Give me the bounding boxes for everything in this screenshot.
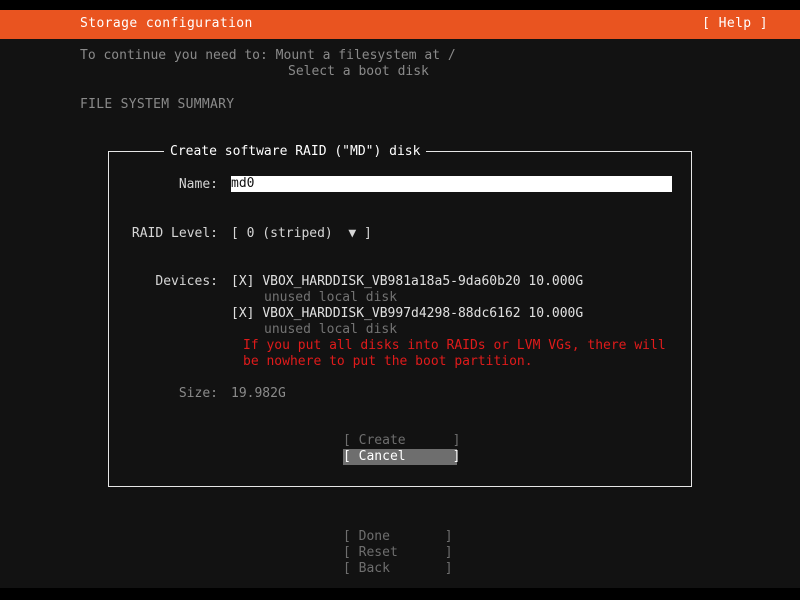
size-label: Size: [128, 386, 218, 402]
devices-list: [X] VBOX_HARDDISK_VB981a18a5-9da60b20 10… [231, 274, 666, 370]
cancel-button[interactable]: [ Cancel ] [343, 449, 457, 465]
help-button[interactable]: [ Help ] [702, 16, 768, 32]
header-bar: Storage configuration [ Help ] [0, 10, 800, 39]
raid-level-select[interactable]: [ 0 (striped) ▼ ] [231, 226, 372, 242]
page-title: Storage configuration [80, 16, 253, 32]
devices-label: Devices: [128, 274, 218, 290]
device-row[interactable]: [X] VBOX_HARDDISK_VB981a18a5-9da60b20 10… [231, 274, 666, 290]
back-button[interactable]: [ Back ] [343, 561, 457, 577]
create-button[interactable]: [ Create ] [343, 433, 457, 449]
warning-line-2: be nowhere to put the boot partition. [231, 354, 666, 370]
continue-requirement-1: Mount a filesystem at / [276, 48, 456, 63]
dialog-title: Create software RAID ("MD") disk [164, 144, 426, 160]
name-label: Name: [128, 177, 218, 193]
footer-button-group: [ Done ] [ Reset ] [ Back ] [343, 529, 457, 577]
size-value: 19.982G [231, 386, 286, 402]
device-checkbox[interactable]: [X] [231, 274, 254, 289]
letterbox-top [0, 0, 800, 10]
device-label: VBOX_HARDDISK_VB981a18a5-9da60b20 10.000… [262, 274, 583, 289]
dialog-button-group: [ Create ] [ Cancel ] [343, 433, 457, 465]
done-button[interactable]: [ Done ] [343, 529, 457, 545]
device-subtitle: unused local disk [231, 322, 666, 338]
continue-requirements-line: To continue you need to: Mount a filesys… [80, 48, 456, 64]
device-row[interactable]: [X] VBOX_HARDDISK_VB997d4298-88dc6162 10… [231, 306, 666, 322]
warning-line-1: If you put all disks into RAIDs or LVM V… [231, 338, 666, 354]
continue-prefix: To continue you need to: [80, 48, 276, 63]
name-input[interactable]: md0 [231, 176, 672, 192]
raid-level-label: RAID Level: [128, 226, 218, 242]
continue-requirement-2: Select a boot disk [288, 64, 429, 80]
file-system-summary-heading: FILE SYSTEM SUMMARY [80, 97, 234, 113]
device-subtitle: unused local disk [231, 290, 666, 306]
letterbox-bottom [0, 588, 800, 600]
device-checkbox[interactable]: [X] [231, 306, 254, 321]
reset-button[interactable]: [ Reset ] [343, 545, 457, 561]
terminal-screen: Storage configuration [ Help ] To contin… [0, 0, 800, 600]
device-label: VBOX_HARDDISK_VB997d4298-88dc6162 10.000… [262, 306, 583, 321]
